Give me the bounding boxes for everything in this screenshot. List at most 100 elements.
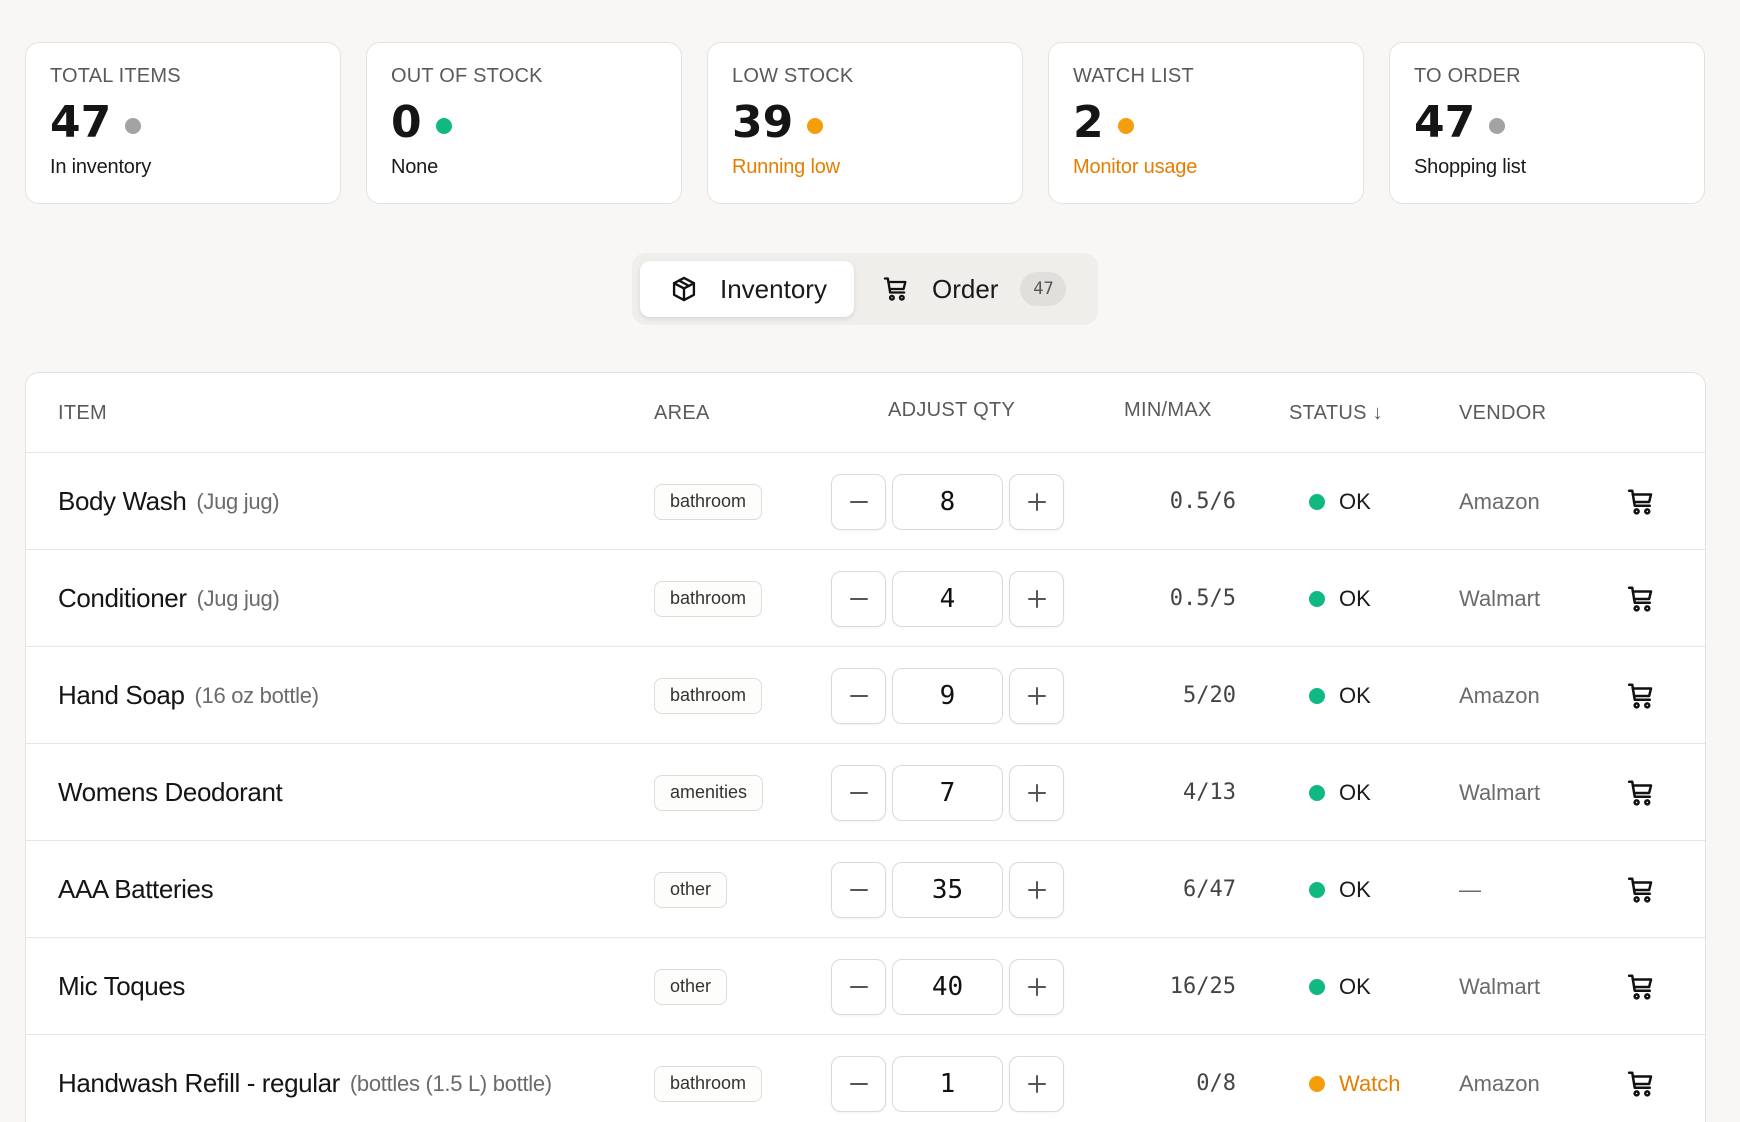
cart-icon [1627,1071,1653,1097]
table-row[interactable]: Hand Soap (16 oz bottle) bathroom 9 5/20… [26,647,1705,744]
cart-icon [1627,586,1653,612]
item-name[interactable]: Womens Deodorant [58,777,283,808]
area-cell: other [654,938,728,1035]
min-max-value: 0.5/5 [1169,586,1236,611]
area-tag[interactable]: other [654,871,728,908]
table-row[interactable]: Body Wash (Jug jug) bathroom 8 0.5/6 OK … [26,453,1705,550]
increase-qty-button[interactable] [1009,667,1064,724]
status-cell: OK [1309,744,1371,841]
status-dot [1309,493,1325,510]
decrease-qty-button[interactable] [831,1055,886,1112]
area-cell: other [654,841,728,938]
view-tabs: Inventory Order 47 [632,253,1098,325]
qty-stepper: 35 [831,841,1064,938]
tab-label: Order [932,273,999,304]
area-cell: bathroom [654,453,763,550]
minus-icon [849,985,868,988]
area-cell: bathroom [654,1035,763,1122]
item-cell: Body Wash (Jug jug) [58,453,280,550]
status-dot [1309,978,1325,995]
minus-icon [849,1082,868,1085]
quantity-input[interactable]: 7 [892,764,1003,821]
stat-label: OUT OF STOCK [391,65,543,87]
table-row[interactable]: Handwash Refill - regular (bottles (1.5 … [26,1035,1705,1122]
table-row[interactable]: Womens Deodorant amenities 7 4/13 OK Wal… [26,744,1705,841]
decrease-qty-button[interactable] [831,861,886,918]
stat-subtitle: Running low [732,156,840,178]
item-unit: (Jug jug) [196,585,280,611]
qty-stepper: 8 [831,453,1064,550]
table-row[interactable]: Mic Toques other 40 16/25 OK Walmart [26,938,1705,1035]
table-row[interactable]: AAA Batteries other 35 6/47 OK — [26,841,1705,938]
decrease-qty-button[interactable] [831,764,886,821]
minus-icon [849,500,868,503]
vendor-name: — [1459,876,1481,902]
item-cell: Handwash Refill - regular (bottles (1.5 … [58,1035,552,1122]
area-tag[interactable]: other [654,968,728,1005]
plus-icon [1027,492,1046,511]
increase-qty-button[interactable] [1009,473,1064,530]
increase-qty-button[interactable] [1009,861,1064,918]
add-to-order-button[interactable] [1626,938,1656,1035]
order-count-badge: 47 [1020,272,1067,306]
area-tag[interactable]: bathroom [654,1065,763,1102]
item-name[interactable]: Handwash Refill - regular [58,1068,340,1099]
column-header-area[interactable]: AREA [654,373,710,453]
area-tag[interactable]: bathroom [654,677,763,714]
min-max-value: 0/8 [1196,1071,1236,1096]
stat-subtitle: In inventory [50,156,151,178]
status-cell: OK [1309,938,1371,1035]
add-to-order-button[interactable] [1626,453,1656,550]
status-label: OK [1339,779,1371,805]
add-to-order-button[interactable] [1626,647,1656,744]
status-dot [435,118,452,134]
item-name[interactable]: Mic Toques [58,971,185,1002]
quantity-input[interactable]: 40 [892,958,1003,1015]
add-to-order-button[interactable] [1626,841,1656,938]
increase-qty-button[interactable] [1009,570,1064,627]
stat-card-low-stock: LOW STOCK 39 Running low [707,42,1023,204]
vendor-name: Amazon [1459,1070,1540,1096]
area-tag[interactable]: amenities [654,774,764,811]
status-cell: OK [1309,841,1371,938]
tab-inventory[interactable]: Inventory [640,261,854,317]
item-name[interactable]: Hand Soap [58,680,185,711]
stat-subtitle: Monitor usage [1073,156,1198,178]
column-header-vendor[interactable]: VENDOR [1459,373,1546,453]
tab-order[interactable]: Order 47 [854,261,1067,317]
item-unit: (bottles (1.5 L) bottle) [349,1070,552,1096]
increase-qty-button[interactable] [1009,764,1064,821]
increase-qty-button[interactable] [1009,958,1064,1015]
min-max-value: 0.5/6 [1169,489,1236,514]
stat-label: TOTAL ITEMS [50,65,181,87]
stat-card-total-items: TOTAL ITEMS 47 In inventory [25,42,341,204]
decrease-qty-button[interactable] [831,958,886,1015]
column-header-min-max[interactable]: MIN/MAX [1124,373,1212,450]
area-tag[interactable]: bathroom [654,483,763,520]
item-unit: (Jug jug) [196,488,280,514]
increase-qty-button[interactable] [1009,1055,1064,1112]
column-header-item[interactable]: ITEM [58,373,107,453]
quantity-input[interactable]: 35 [892,861,1003,918]
stat-value: 0 [391,97,422,148]
decrease-qty-button[interactable] [831,570,886,627]
table-row[interactable]: Conditioner (Jug jug) bathroom 4 0.5/5 O… [26,550,1705,647]
area-tag[interactable]: bathroom [654,580,763,617]
decrease-qty-button[interactable] [831,667,886,724]
quantity-input[interactable]: 9 [892,667,1003,724]
minus-icon [849,888,868,891]
decrease-qty-button[interactable] [831,473,886,530]
add-to-order-button[interactable] [1626,1035,1656,1122]
stat-value: 47 [1414,97,1476,148]
add-to-order-button[interactable] [1626,744,1656,841]
item-name[interactable]: Conditioner [58,583,187,614]
plus-icon [1027,783,1046,802]
item-name[interactable]: Body Wash [58,486,187,517]
item-name[interactable]: AAA Batteries [58,874,214,905]
quantity-input[interactable]: 4 [892,570,1003,627]
item-cell: AAA Batteries [58,841,223,938]
add-to-order-button[interactable] [1626,550,1656,647]
quantity-input[interactable]: 1 [892,1055,1003,1112]
column-header-status[interactable]: STATUS ↓ [1289,373,1383,453]
quantity-input[interactable]: 8 [892,473,1003,530]
